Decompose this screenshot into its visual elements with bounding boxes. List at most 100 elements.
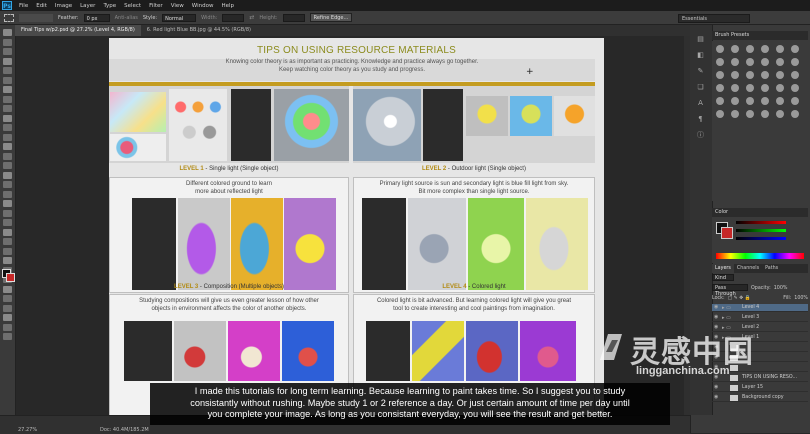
brush-preset-icon[interactable] xyxy=(731,45,739,53)
menu-window[interactable]: Window xyxy=(188,3,218,9)
tool-icon[interactable] xyxy=(3,124,12,131)
tab-red-light[interactable]: 6. Red light Blue BB.jpg @ 44.5% (RGB/8) xyxy=(141,25,257,36)
layer-row[interactable]: ◉ Layer 15 xyxy=(712,384,808,392)
tool-icon[interactable] xyxy=(3,171,12,179)
tool-icon[interactable] xyxy=(3,181,12,188)
kind-filter-select[interactable]: Kind xyxy=(712,274,734,281)
brush-preset-icon[interactable] xyxy=(791,84,799,92)
background-color-swatch[interactable] xyxy=(721,227,733,239)
tool-icon[interactable] xyxy=(3,314,12,321)
brush-preset-icon[interactable] xyxy=(716,97,724,105)
brush-preset-icon[interactable] xyxy=(776,97,784,105)
brush-preset-icon[interactable] xyxy=(731,110,739,118)
tool-icon[interactable] xyxy=(3,95,12,103)
tool-icon[interactable] xyxy=(3,162,12,169)
brush-presets-panel-header[interactable]: Brush Presets xyxy=(712,31,808,40)
brush-preset-icon[interactable] xyxy=(716,110,724,118)
tool-icon[interactable] xyxy=(3,190,12,198)
info-icon[interactable]: ⓘ xyxy=(695,131,706,139)
brush-preset-icon[interactable] xyxy=(791,110,799,118)
tool-icon[interactable] xyxy=(3,86,12,93)
brush-preset-icon[interactable] xyxy=(791,97,799,105)
brush-preset-icon[interactable] xyxy=(746,58,754,66)
brush-icon[interactable]: ✎ xyxy=(695,67,706,75)
antialias-checkbox[interactable]: Anti-alias xyxy=(115,15,138,21)
brush-preset-icon[interactable] xyxy=(731,84,739,92)
marquee-tool-icon[interactable] xyxy=(4,13,14,22)
tab-channels[interactable]: Channels xyxy=(734,264,762,273)
tool-icon[interactable] xyxy=(3,295,12,302)
fill-value[interactable]: 100% xyxy=(794,294,808,303)
tool-icon[interactable] xyxy=(3,247,12,255)
tool-icon[interactable] xyxy=(3,238,12,245)
style-select[interactable]: Normal xyxy=(162,13,197,22)
menu-edit[interactable]: Edit xyxy=(32,3,51,9)
layer-row[interactable]: ◉ ▸ ▭ Level 3 xyxy=(712,314,808,322)
tool-icon[interactable] xyxy=(3,333,12,340)
brush-preset-icon[interactable] xyxy=(761,58,769,66)
layer-row[interactable]: ◉ ▸ ▭ Level 4 xyxy=(712,304,808,312)
document-canvas[interactable]: TIPS ON USING RESOURCE MATERIALS Knowing… xyxy=(109,38,604,433)
opacity-value[interactable]: 100% xyxy=(774,284,788,293)
color-slider-r[interactable] xyxy=(736,221,786,224)
refine-edge-button[interactable]: Refine Edge... xyxy=(309,13,353,22)
tool-icon[interactable] xyxy=(3,38,12,46)
blend-mode-select[interactable]: Pass Through xyxy=(712,284,748,297)
brush-preset-icon[interactable] xyxy=(716,58,724,66)
brush-preset-icon[interactable] xyxy=(746,110,754,118)
visibility-eye-icon[interactable]: ◉ xyxy=(714,305,719,310)
brush-preset-icon[interactable] xyxy=(776,84,784,92)
tool-icon[interactable] xyxy=(3,200,12,207)
brush-preset-icon[interactable] xyxy=(746,71,754,79)
brush-preset-icon[interactable] xyxy=(731,58,739,66)
tool-icon[interactable] xyxy=(3,304,12,312)
brush-preset-icon[interactable] xyxy=(791,58,799,66)
tab-final-tips[interactable]: Final Tips w/p2.psd @ 27.2% (Level 4, RG… xyxy=(15,25,141,36)
color-slider-b[interactable] xyxy=(736,237,786,240)
brush-preset-icon[interactable] xyxy=(761,110,769,118)
menu-image[interactable]: Image xyxy=(51,3,76,9)
color-spectrum-bar[interactable] xyxy=(716,253,804,259)
tool-icon[interactable] xyxy=(3,323,12,331)
tool-icon[interactable] xyxy=(3,133,12,141)
swap-icon[interactable]: ⇄ xyxy=(249,14,254,21)
brush-preset-icon[interactable] xyxy=(716,84,724,92)
brush-preset-icon[interactable] xyxy=(746,84,754,92)
layer-row[interactable]: ◉ Background copy xyxy=(712,394,808,402)
tool-icon[interactable] xyxy=(3,143,12,150)
color-slider-g[interactable] xyxy=(736,229,786,232)
brush-preset-icon[interactable] xyxy=(716,45,724,53)
brush-preset-icon[interactable] xyxy=(791,71,799,79)
tool-icon[interactable] xyxy=(3,219,12,226)
menu-select[interactable]: Select xyxy=(120,3,145,9)
visibility-eye-icon[interactable]: ◉ xyxy=(714,395,719,400)
brush-preset-icon[interactable] xyxy=(776,110,784,118)
tool-icon[interactable] xyxy=(3,152,12,160)
lock-icons[interactable]: ▢ ✎ ✥ 🔒 xyxy=(728,294,781,303)
brush-preset-icon[interactable] xyxy=(776,71,784,79)
menu-layer[interactable]: Layer xyxy=(76,3,99,9)
brush-preset-icon[interactable] xyxy=(746,45,754,53)
tool-icon[interactable] xyxy=(3,48,12,55)
visibility-eye-icon[interactable]: ◉ xyxy=(714,315,719,320)
brush-preset-icon[interactable] xyxy=(776,45,784,53)
brush-presets-grid[interactable] xyxy=(712,41,808,201)
brush-preset-icon[interactable] xyxy=(761,97,769,105)
selection-mode-icons[interactable] xyxy=(19,13,53,22)
tool-icon[interactable] xyxy=(3,76,12,84)
brush-preset-icon[interactable] xyxy=(761,45,769,53)
menu-type[interactable]: Type xyxy=(99,3,120,9)
menu-file[interactable]: File xyxy=(15,3,32,9)
height-input[interactable] xyxy=(282,13,305,22)
brush-preset-icon[interactable] xyxy=(791,45,799,53)
clone-source-icon[interactable]: ❏ xyxy=(695,83,706,91)
tab-layers[interactable]: Layers xyxy=(712,264,734,273)
tool-icon[interactable] xyxy=(3,228,12,236)
menu-filter[interactable]: Filter xyxy=(145,3,167,9)
background-color-icon[interactable] xyxy=(6,273,15,282)
tool-icon[interactable] xyxy=(3,285,12,293)
tab-paths[interactable]: Paths xyxy=(762,264,781,273)
visibility-eye-icon[interactable]: ◉ xyxy=(714,385,719,390)
brush-preset-icon[interactable] xyxy=(731,71,739,79)
tool-icon[interactable] xyxy=(3,57,12,65)
